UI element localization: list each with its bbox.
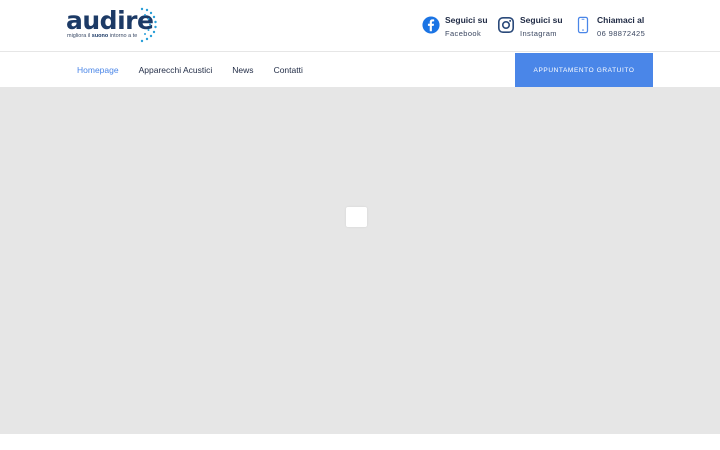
top-header: audire migliora il suono intorno a te Se… (0, 0, 720, 52)
logo-tagline: migliora il suono intorno a te (67, 33, 137, 39)
facebook-icon (422, 16, 440, 34)
appointment-button[interactable]: APPUNTAMENTO GRATUITO (515, 53, 653, 87)
phone-icon (577, 16, 589, 34)
contact-value: Instagram (520, 29, 557, 38)
nav-item-news[interactable]: News (232, 65, 253, 75)
nav-item-contatti[interactable]: Contatti (274, 65, 303, 75)
contact-value: 06 98872425 (597, 29, 646, 38)
logo[interactable]: audire migliora il suono intorno a te (66, 6, 162, 46)
tagline-bold: suono (91, 33, 109, 39)
contact-instagram[interactable]: Seguici su Instagram (497, 14, 563, 40)
contact-title: Seguici su (520, 15, 563, 25)
tagline-pre: migliora il (67, 33, 92, 39)
main-nav: Homepage Apparecchi Acustici News Contat… (0, 53, 720, 87)
nav-item-apparecchi-acustici[interactable]: Apparecchi Acustici (139, 65, 213, 75)
logo-dots-icon (140, 7, 157, 43)
nav-menu: Homepage Apparecchi Acustici News Contat… (77, 53, 323, 87)
contact-title: Seguici su (445, 15, 488, 25)
hero-slider (0, 87, 720, 434)
tagline-post: intorno a te (108, 33, 138, 39)
contact-title: Chiamaci al (597, 15, 645, 25)
contact-phone[interactable]: Chiamaci al 06 98872425 (574, 14, 645, 40)
nav-item-homepage[interactable]: Homepage (77, 65, 119, 75)
loading-placeholder (346, 207, 367, 227)
instagram-icon (497, 16, 515, 34)
contact-facebook[interactable]: Seguici su Facebook (422, 14, 488, 40)
contact-value: Facebook (445, 29, 482, 38)
